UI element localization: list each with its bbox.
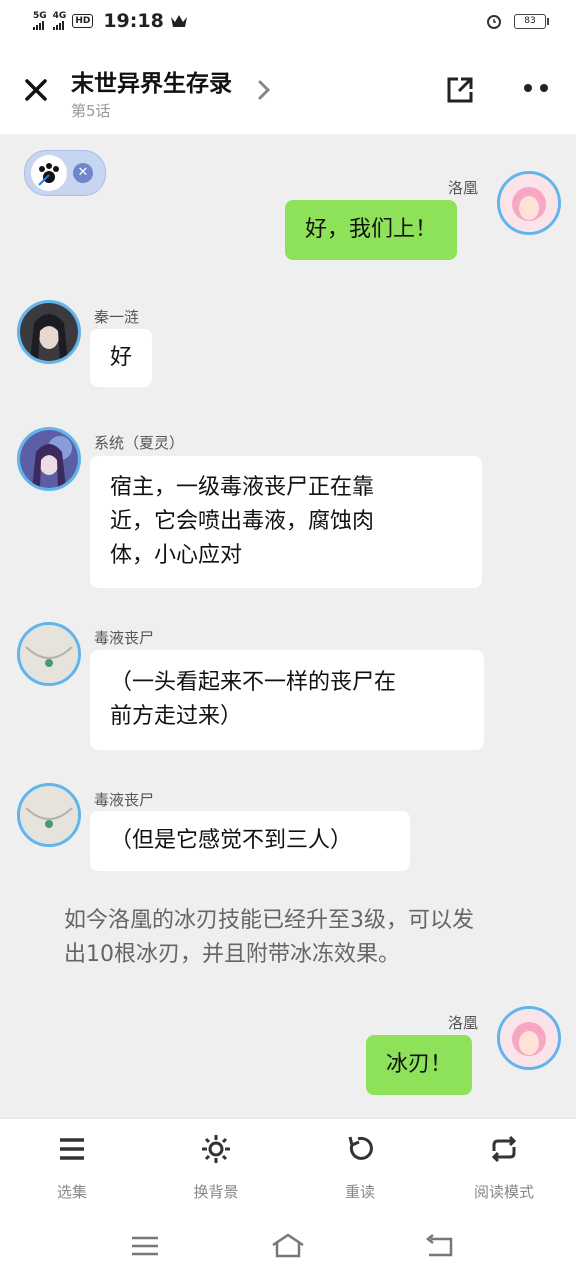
share-icon[interactable]	[444, 74, 476, 106]
change-background-button[interactable]: 换背景	[161, 1119, 271, 1215]
loop-icon	[491, 1135, 517, 1163]
speaker-name: 毒液丧尸	[94, 629, 155, 647]
message-bubble[interactable]: 好，我们上！	[285, 200, 458, 260]
more-options-button[interactable]	[522, 82, 552, 96]
message-line: 前方走过来）	[110, 704, 243, 729]
paw-icon[interactable]	[31, 155, 67, 191]
crown-icon	[170, 15, 187, 27]
status-bar: 5G 4G HD 19:18 83	[0, 0, 576, 44]
chat-area[interactable]: ✕ 洛凰 好，我们上！ 秦一涟 好 系统（夏灵） 宿主，一级毒液丧尸正在靠 近，…	[0, 134, 576, 1118]
battery-icon: 83	[514, 13, 549, 29]
refresh-icon	[348, 1136, 373, 1160]
episode-label: 第5话	[71, 102, 111, 120]
hd-icon: HD	[72, 14, 94, 28]
message-line: （一头看起来不一样的丧尸在	[110, 670, 397, 695]
home-icon[interactable]	[270, 1230, 306, 1262]
message-line: 近，它会喷出毒液，腐蚀肉	[110, 509, 375, 534]
back-icon[interactable]	[421, 1230, 457, 1262]
avatar-qinyilian[interactable]	[17, 300, 81, 364]
story-title[interactable]: 末世异界生存录	[71, 64, 232, 98]
message-bubble[interactable]: 宿主，一级毒液丧尸正在靠 近，它会喷出毒液，腐蚀肉 体，小心应对	[90, 456, 482, 588]
chevron-right-icon[interactable]	[256, 79, 272, 101]
sun-icon	[202, 1135, 230, 1163]
message-line: 体，小心应对	[110, 543, 243, 568]
avatar-zombie[interactable]	[17, 622, 81, 686]
avatar-luohuang[interactable]	[497, 1006, 561, 1070]
message-bubble[interactable]: （一头看起来不一样的丧尸在 前方走过来）	[90, 650, 484, 750]
message-line: 宿主，一级毒液丧尸正在靠	[110, 475, 375, 500]
select-episode-button[interactable]: 选集	[17, 1119, 127, 1215]
avatar-xialing[interactable]	[17, 427, 81, 491]
narration-text: 如今洛凰的冰刃技能已经升至3级，可以发 出10根冰刃，并且附带冰冻效果。	[64, 904, 524, 972]
speaker-name: 秦一涟	[94, 308, 140, 326]
menu-list-icon	[60, 1138, 84, 1160]
message-bubble[interactable]: 冰刃！	[366, 1035, 473, 1095]
alarm-icon	[487, 15, 501, 29]
pet-float-button[interactable]: ✕	[24, 150, 106, 196]
reread-button[interactable]: 重读	[305, 1119, 415, 1215]
speaker-name: 系统（夏灵）	[94, 434, 185, 452]
speaker-name: 毒液丧尸	[94, 791, 155, 809]
bottom-toolbar: 选集 换背景 重读 阅读模式	[0, 1118, 576, 1215]
signal-4g-icon: 4G	[52, 12, 66, 30]
system-nav-bar	[0, 1214, 576, 1280]
narration-line: 如今洛凰的冰刃技能已经升至3级，可以发	[64, 908, 474, 933]
close-icon[interactable]	[20, 74, 52, 106]
speaker-name: 洛凰	[448, 1014, 479, 1032]
app-header: 末世异界生存录 第5话	[0, 44, 576, 134]
clock: 19:18	[103, 10, 164, 32]
signal-5g-icon: 5G	[33, 12, 47, 30]
narration-line: 出10根冰刃，并且附带冰冻效果。	[64, 942, 400, 967]
avatar-zombie[interactable]	[17, 783, 81, 847]
speaker-name: 洛凰	[448, 179, 479, 197]
message-bubble[interactable]: 好	[90, 329, 153, 387]
reading-mode-button[interactable]: 阅读模式	[449, 1119, 559, 1215]
avatar-luohuang[interactable]	[497, 171, 561, 235]
recent-apps-icon[interactable]	[127, 1230, 163, 1262]
message-bubble[interactable]: （但是它感觉不到三人）	[90, 811, 410, 871]
close-pet-icon[interactable]: ✕	[73, 163, 93, 183]
